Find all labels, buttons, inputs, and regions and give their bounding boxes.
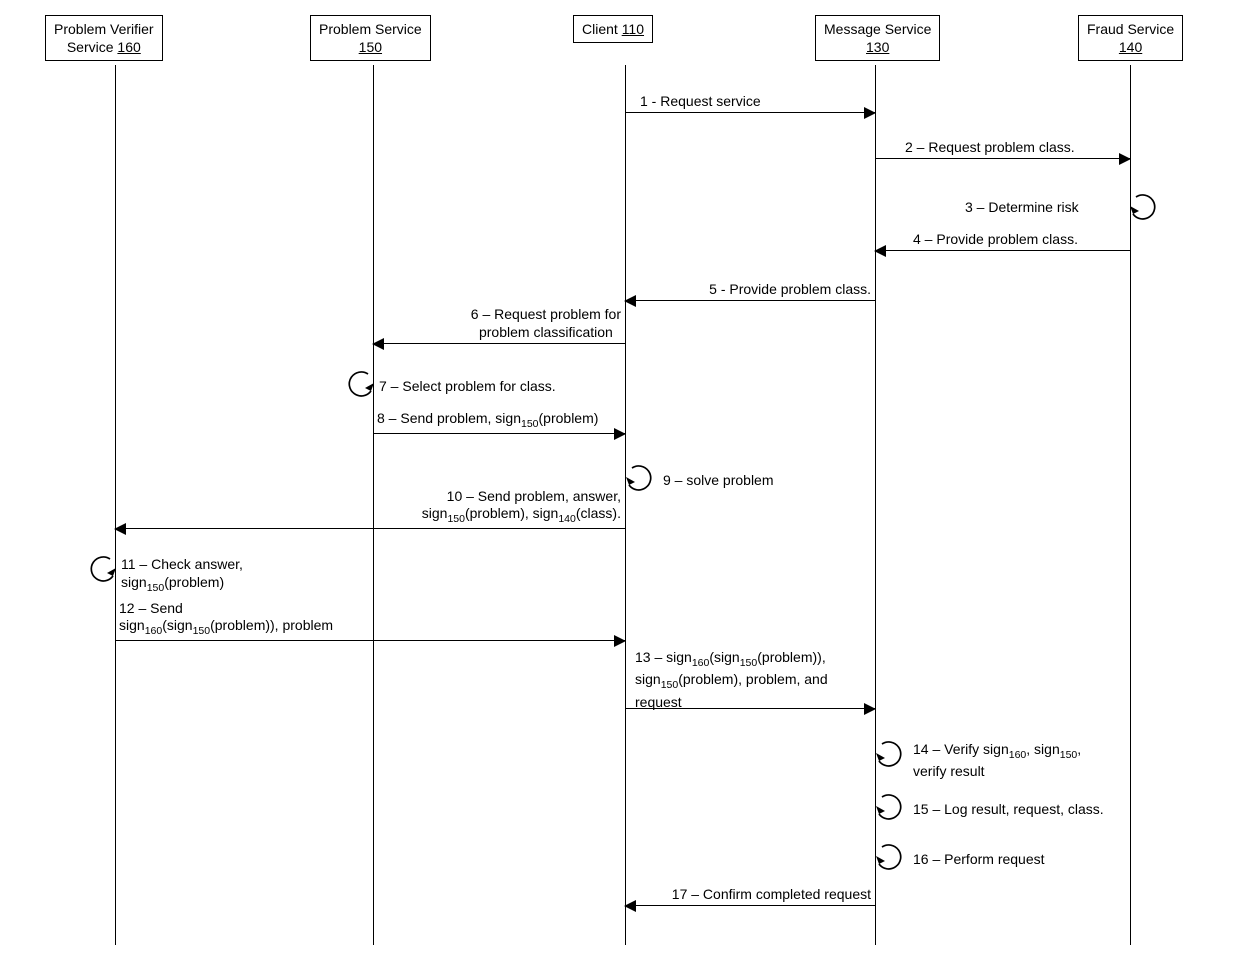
msg-12a: 12 – Send — [119, 600, 183, 616]
actor-verifier-service: Service — [67, 39, 114, 55]
msg-12-label: 12 – Send sign160(sign150(problem)), pro… — [119, 600, 333, 638]
msg-4: 4 – Provide problem class. — [875, 250, 1130, 251]
actor-message-id: 130 — [866, 39, 889, 55]
msg-10b: sign150(problem), sign140(class). — [422, 505, 621, 521]
msg-6-label: 6 – Request problem for problem classifi… — [471, 306, 621, 341]
actor-client: Client 110 — [573, 15, 653, 43]
msg-10: 10 – Send problem, answer, sign150(probl… — [115, 528, 625, 529]
lifeline-message — [875, 65, 876, 945]
msg-11-loop — [86, 555, 116, 588]
actor-problem: Problem Service 150 — [310, 15, 431, 61]
lifeline-problem — [373, 65, 374, 945]
msg-12b: sign160(sign150(problem)), problem — [119, 617, 333, 633]
actor-fraud-name: Fraud Service — [1087, 21, 1174, 37]
msg-1: 1 - Request service — [625, 112, 875, 113]
msg-7-label: 7 – Select problem for class. — [379, 377, 556, 395]
sequence-diagram: Problem Verifier Service 160 Problem Ser… — [15, 15, 1225, 945]
msg-11b: sign150(problem) — [121, 574, 224, 590]
msg-6: 6 – Request problem for problem classifi… — [373, 343, 625, 344]
msg-3-label: 3 – Determine risk — [965, 198, 1079, 216]
msg-5-label: 5 - Provide problem class. — [709, 281, 871, 299]
actor-verifier-name: Problem Verifier — [54, 21, 154, 37]
msg-6b: problem classification — [479, 324, 613, 340]
actor-message: Message Service 130 — [815, 15, 940, 61]
actor-fraud: Fraud Service 140 — [1078, 15, 1183, 61]
msg-10-label: 10 – Send problem, answer, sign150(probl… — [422, 488, 621, 526]
msg-9-loop — [626, 464, 656, 497]
msg-6a: 6 – Request problem for — [471, 306, 621, 322]
msg-11-label: 11 – Check answer, sign150(problem) — [121, 555, 243, 596]
msg-10a: 10 – Send problem, answer, — [447, 488, 621, 504]
msg-8-label: 8 – Send problem, sign150(problem) — [377, 410, 598, 431]
msg-7-loop — [344, 370, 374, 403]
actor-problem-id: 150 — [359, 39, 382, 55]
msg-1-label: 1 - Request service — [640, 93, 761, 111]
lifeline-client — [625, 65, 626, 945]
actor-verifier: Problem Verifier Service 160 — [45, 15, 163, 61]
msg-11a: 11 – Check answer, — [121, 556, 243, 572]
msg-8: 8 – Send problem, sign150(problem) — [373, 433, 625, 434]
actor-fraud-id: 140 — [1119, 39, 1142, 55]
actor-problem-name: Problem Service — [319, 21, 422, 37]
msg-4-label: 4 – Provide problem class. — [913, 231, 1078, 249]
actor-message-name: Message Service — [824, 21, 931, 37]
msg-3-loop — [1130, 193, 1160, 226]
msg-9-label: 9 – solve problem — [663, 471, 774, 489]
actor-verifier-id: 160 — [117, 39, 140, 55]
msg-2-label: 2 – Request problem class. — [905, 139, 1075, 157]
actor-client-name: Client — [582, 21, 618, 37]
msg-12: 12 – Send sign160(sign150(problem)), pro… — [115, 640, 625, 641]
actor-client-id: 110 — [622, 21, 644, 37]
msg-5: 5 - Provide problem class. — [625, 300, 875, 301]
msg-2: 2 – Request problem class. — [875, 158, 1130, 159]
lifeline-verifier — [115, 65, 116, 945]
